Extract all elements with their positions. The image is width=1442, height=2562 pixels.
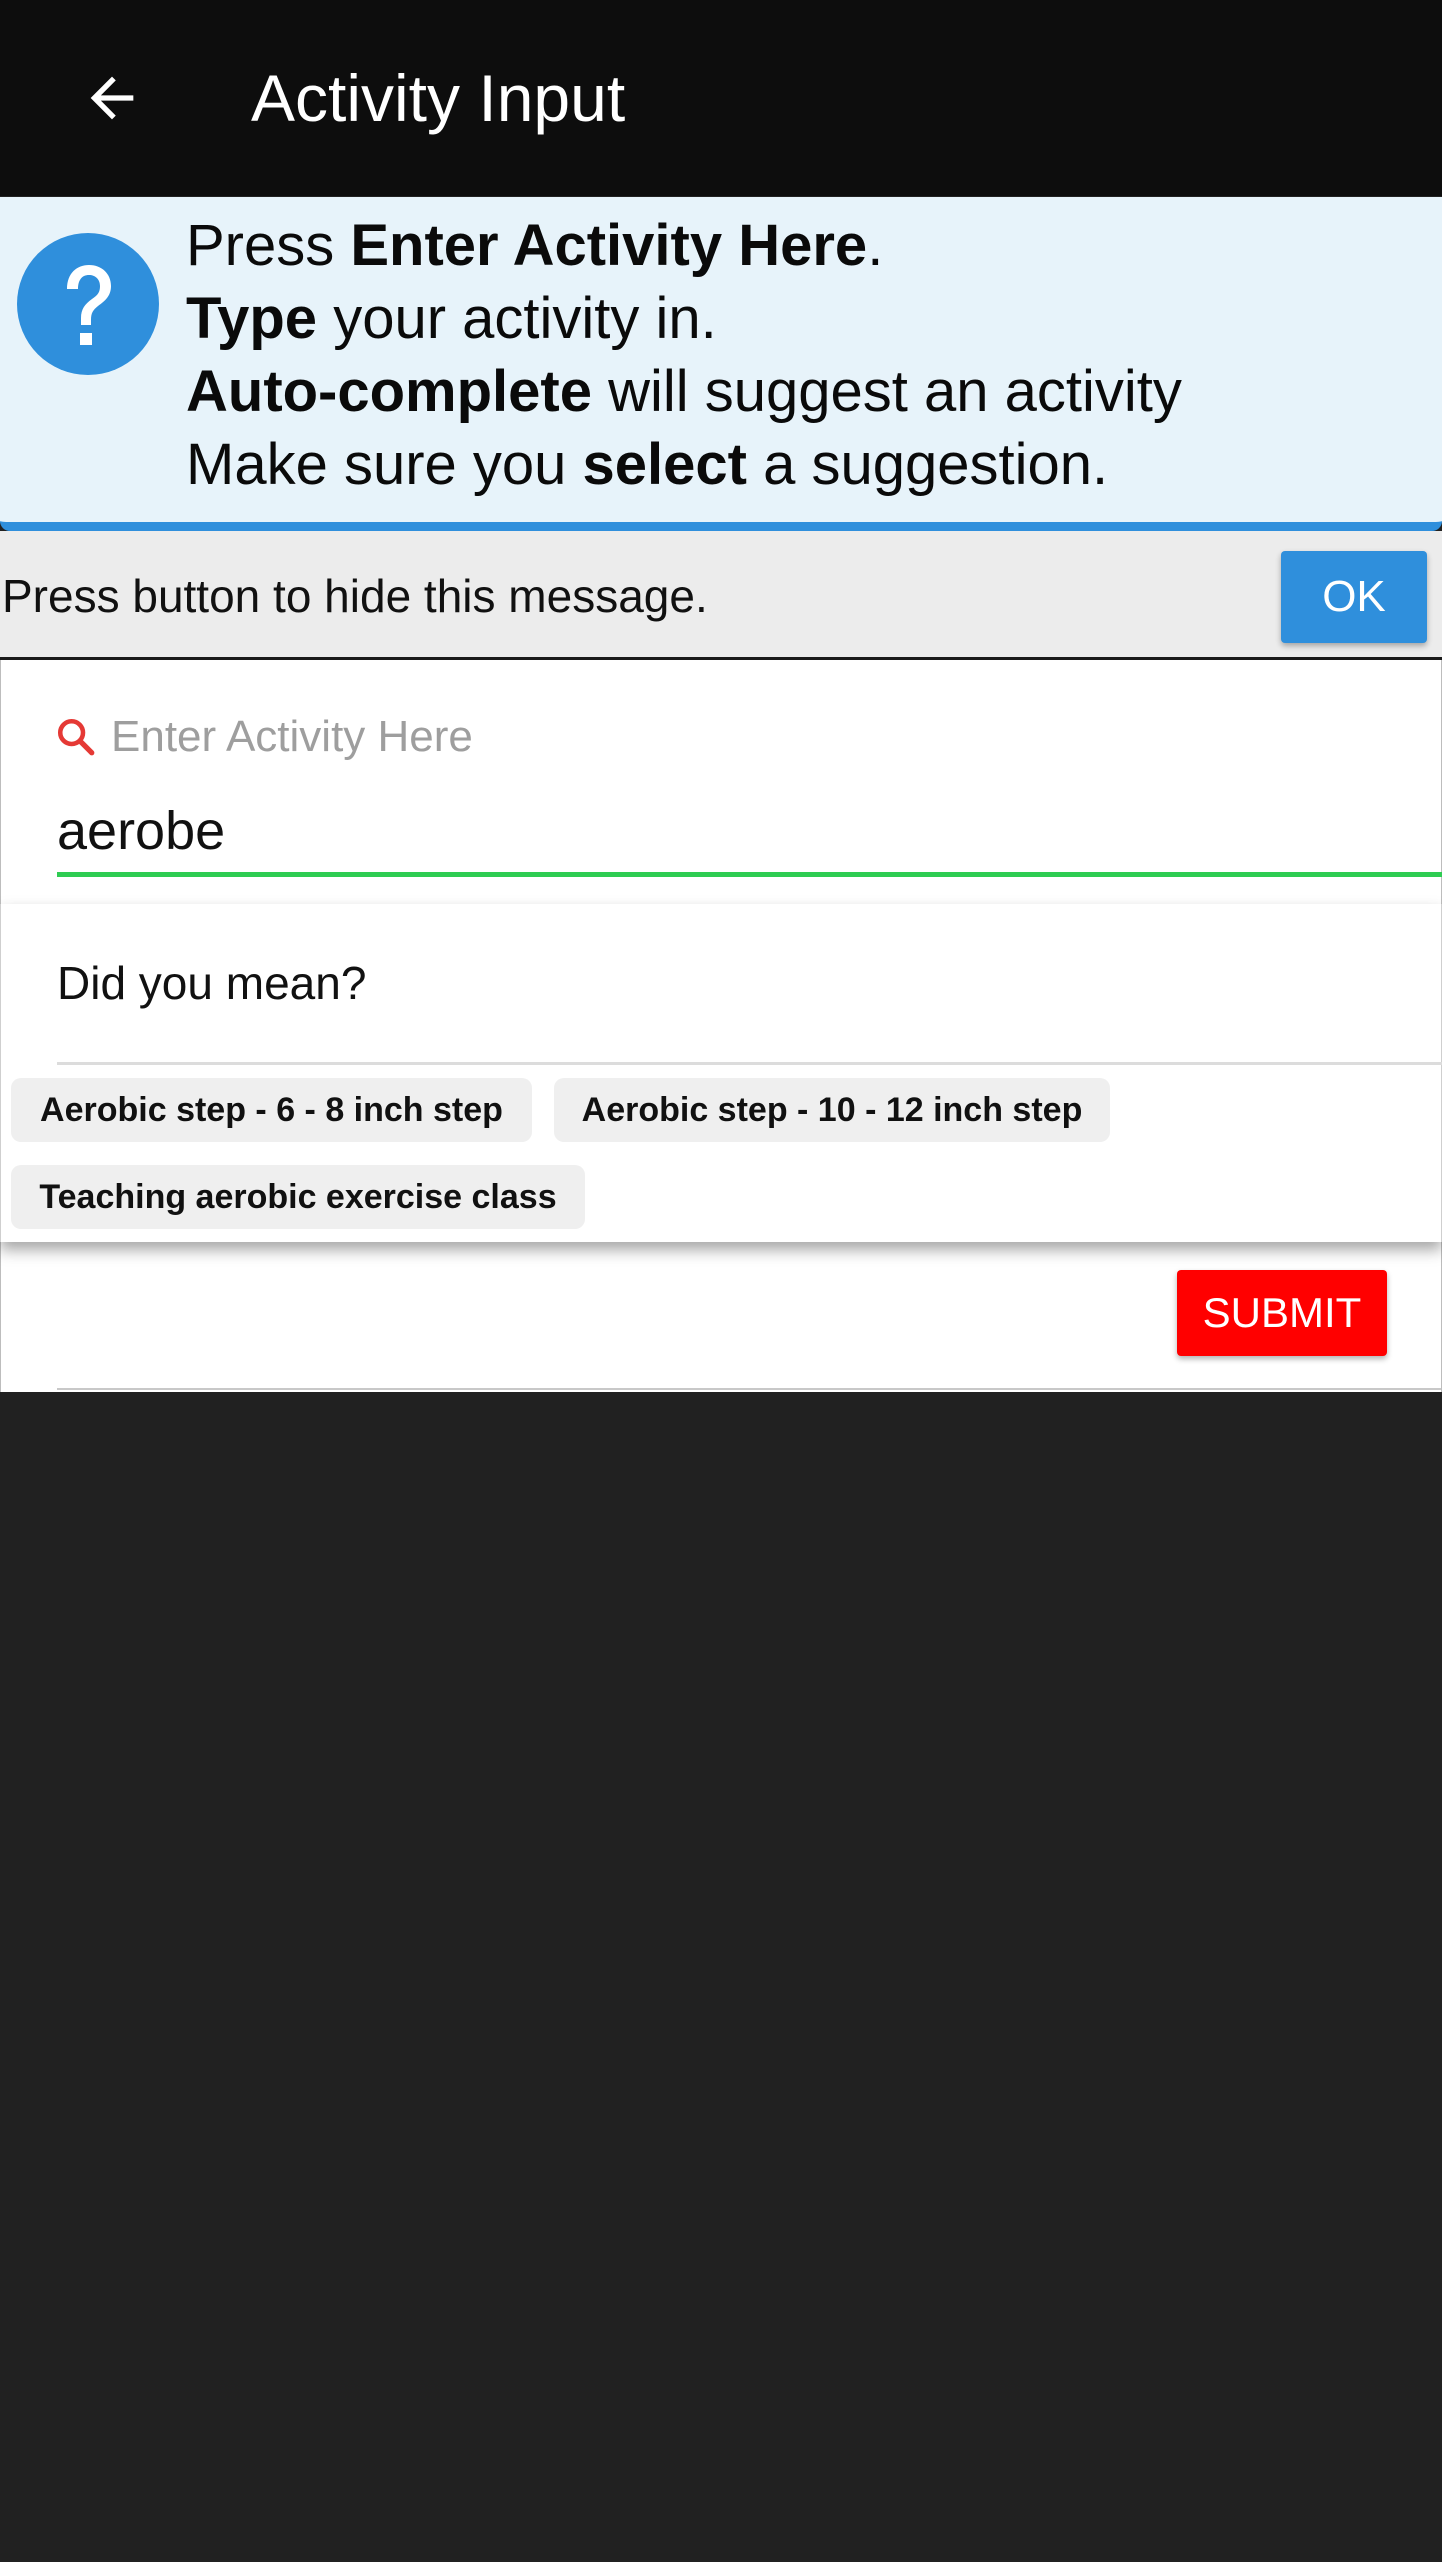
suggestion-chip[interactable]: Aerobic step - 6 - 8 inch step xyxy=(11,1078,532,1142)
ok-button[interactable]: OK xyxy=(1281,551,1427,643)
suggestion-popup: Did you mean? Aerobic step - 6 - 8 inch … xyxy=(0,904,1442,1242)
suggestion-title: Did you mean? xyxy=(57,957,367,1009)
suggestion-chip[interactable]: Teaching aerobic exercise class xyxy=(11,1165,585,1229)
help-line-1: Press Enter Activity Here. xyxy=(186,213,884,278)
question-circle-icon xyxy=(17,233,159,375)
help-line-4: Make sure you select a suggestion. xyxy=(186,432,1109,497)
page-title: Activity Input xyxy=(251,61,626,135)
help-line-2: Type your activity in. xyxy=(186,286,717,351)
submit-button[interactable]: SUBMIT xyxy=(1177,1270,1387,1356)
divider xyxy=(57,1388,1441,1390)
suggestion-chip[interactable]: Aerobic step - 10 - 12 inch step xyxy=(554,1078,1110,1142)
activity-search-input[interactable] xyxy=(57,790,1442,877)
divider xyxy=(57,1062,1442,1065)
app-bar: Activity Input xyxy=(0,0,1442,196)
back-button[interactable] xyxy=(62,50,162,146)
search-label-text: Enter Activity Here xyxy=(111,712,473,761)
arrow-left-icon xyxy=(90,76,134,120)
help-line-3: Auto-complete will suggest an activity xyxy=(186,359,1182,424)
help-instructions: Press Enter Activity Here. Type your act… xyxy=(186,209,1182,501)
dismiss-bar: Press button to hide this message. OK xyxy=(0,531,1442,660)
help-panel: Press Enter Activity Here. Type your act… xyxy=(0,197,1442,531)
dismiss-message: Press button to hide this message. xyxy=(2,570,708,622)
search-label: Enter Activity Here xyxy=(55,712,473,762)
search-icon xyxy=(57,718,95,756)
